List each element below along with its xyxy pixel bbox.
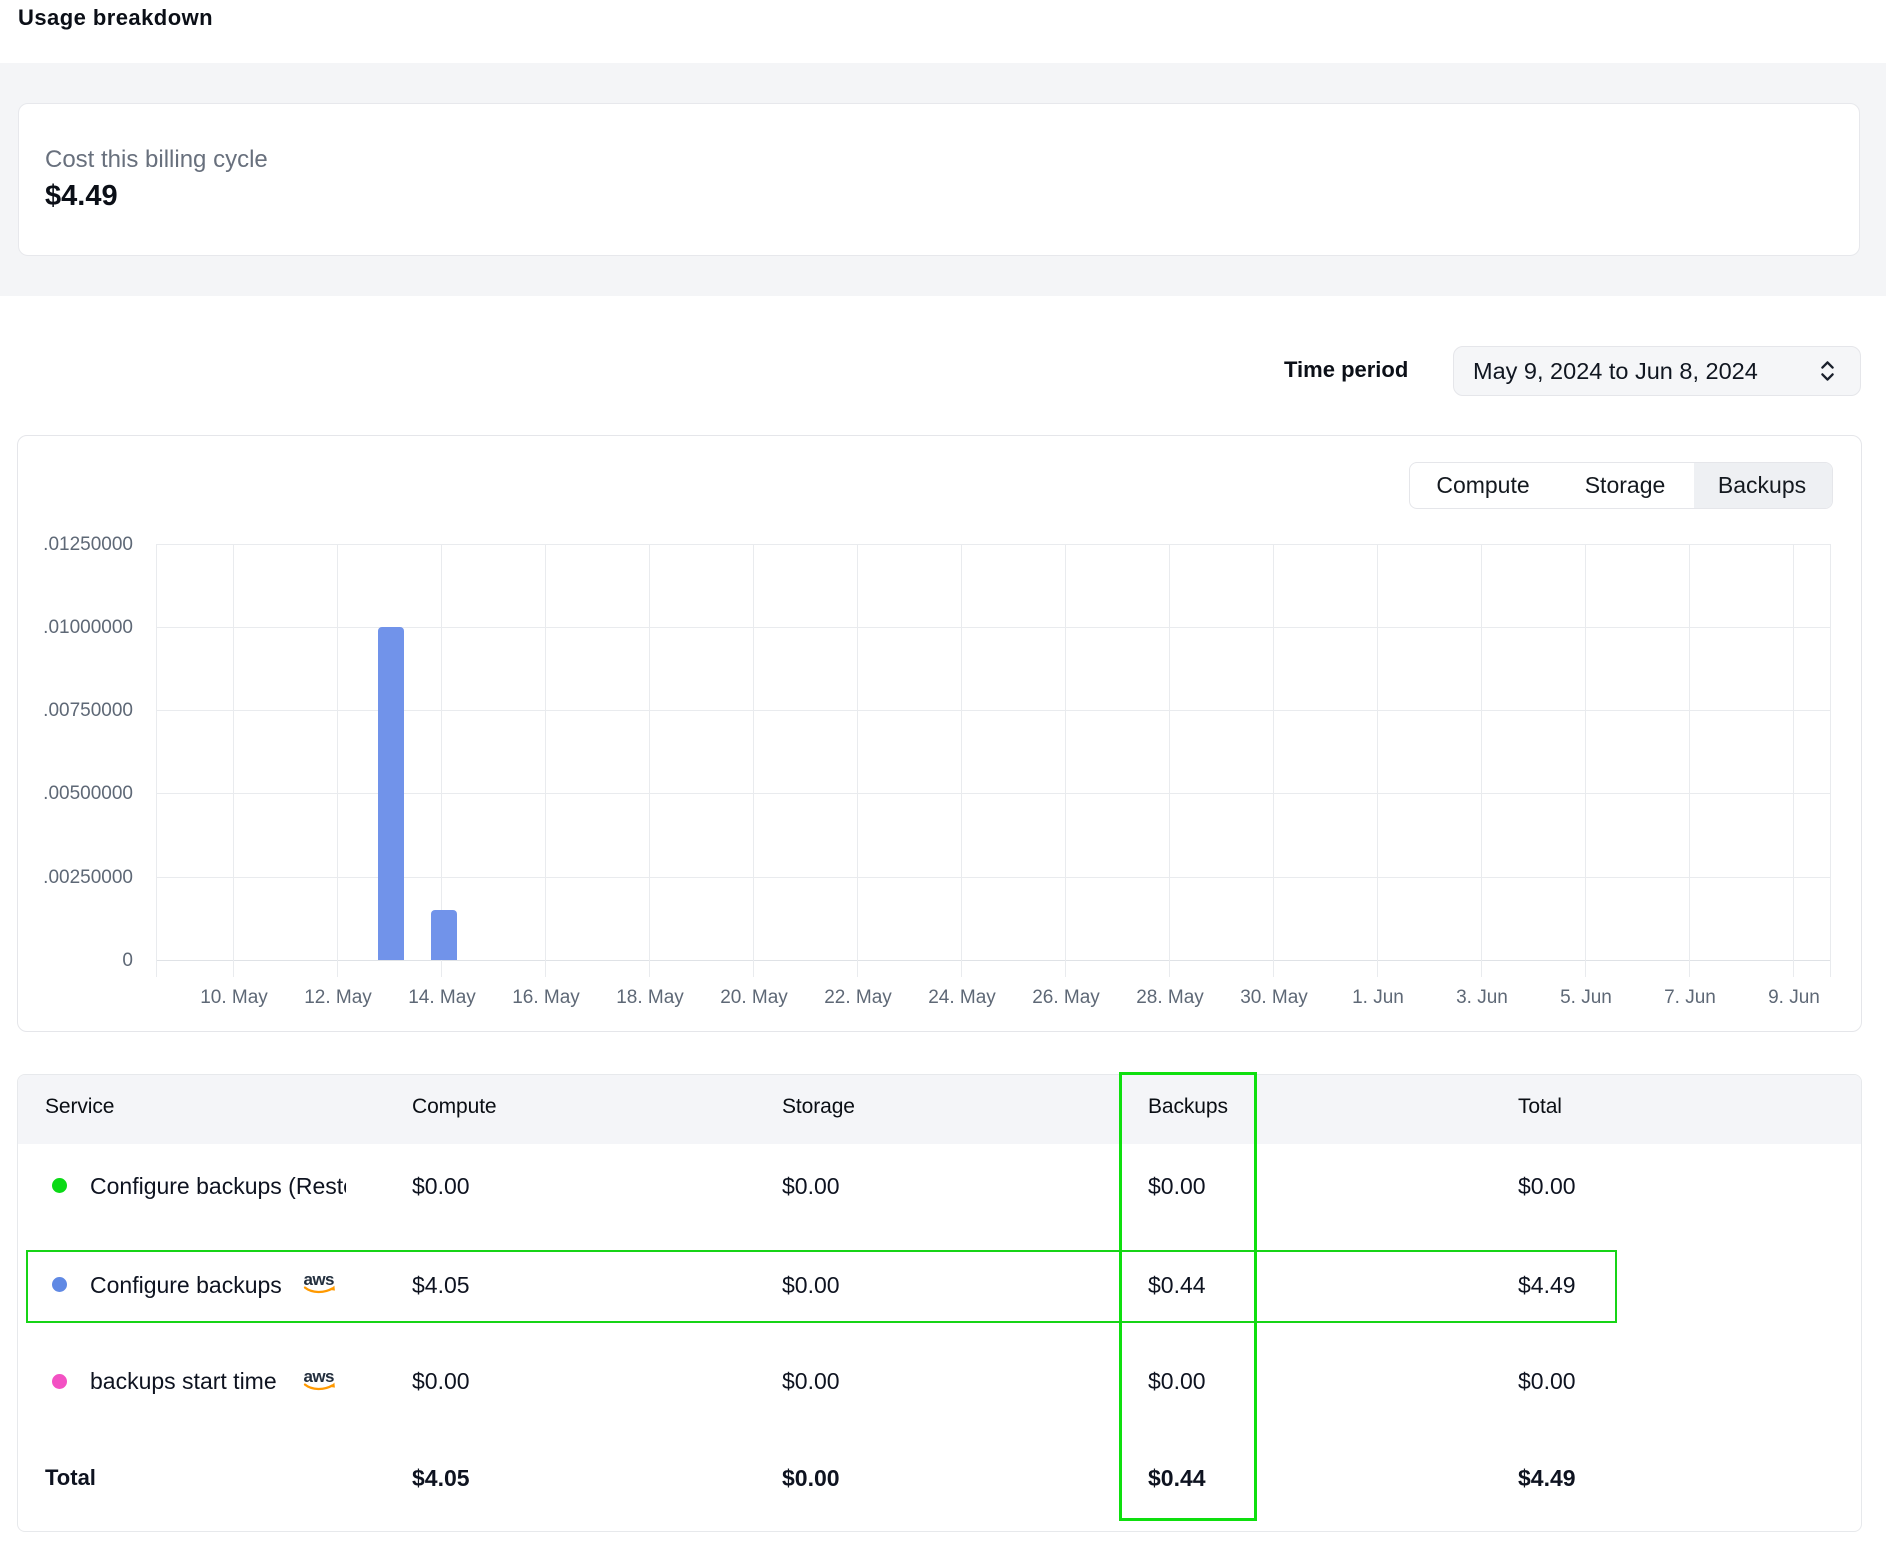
svg-text:aws: aws xyxy=(304,1367,334,1386)
